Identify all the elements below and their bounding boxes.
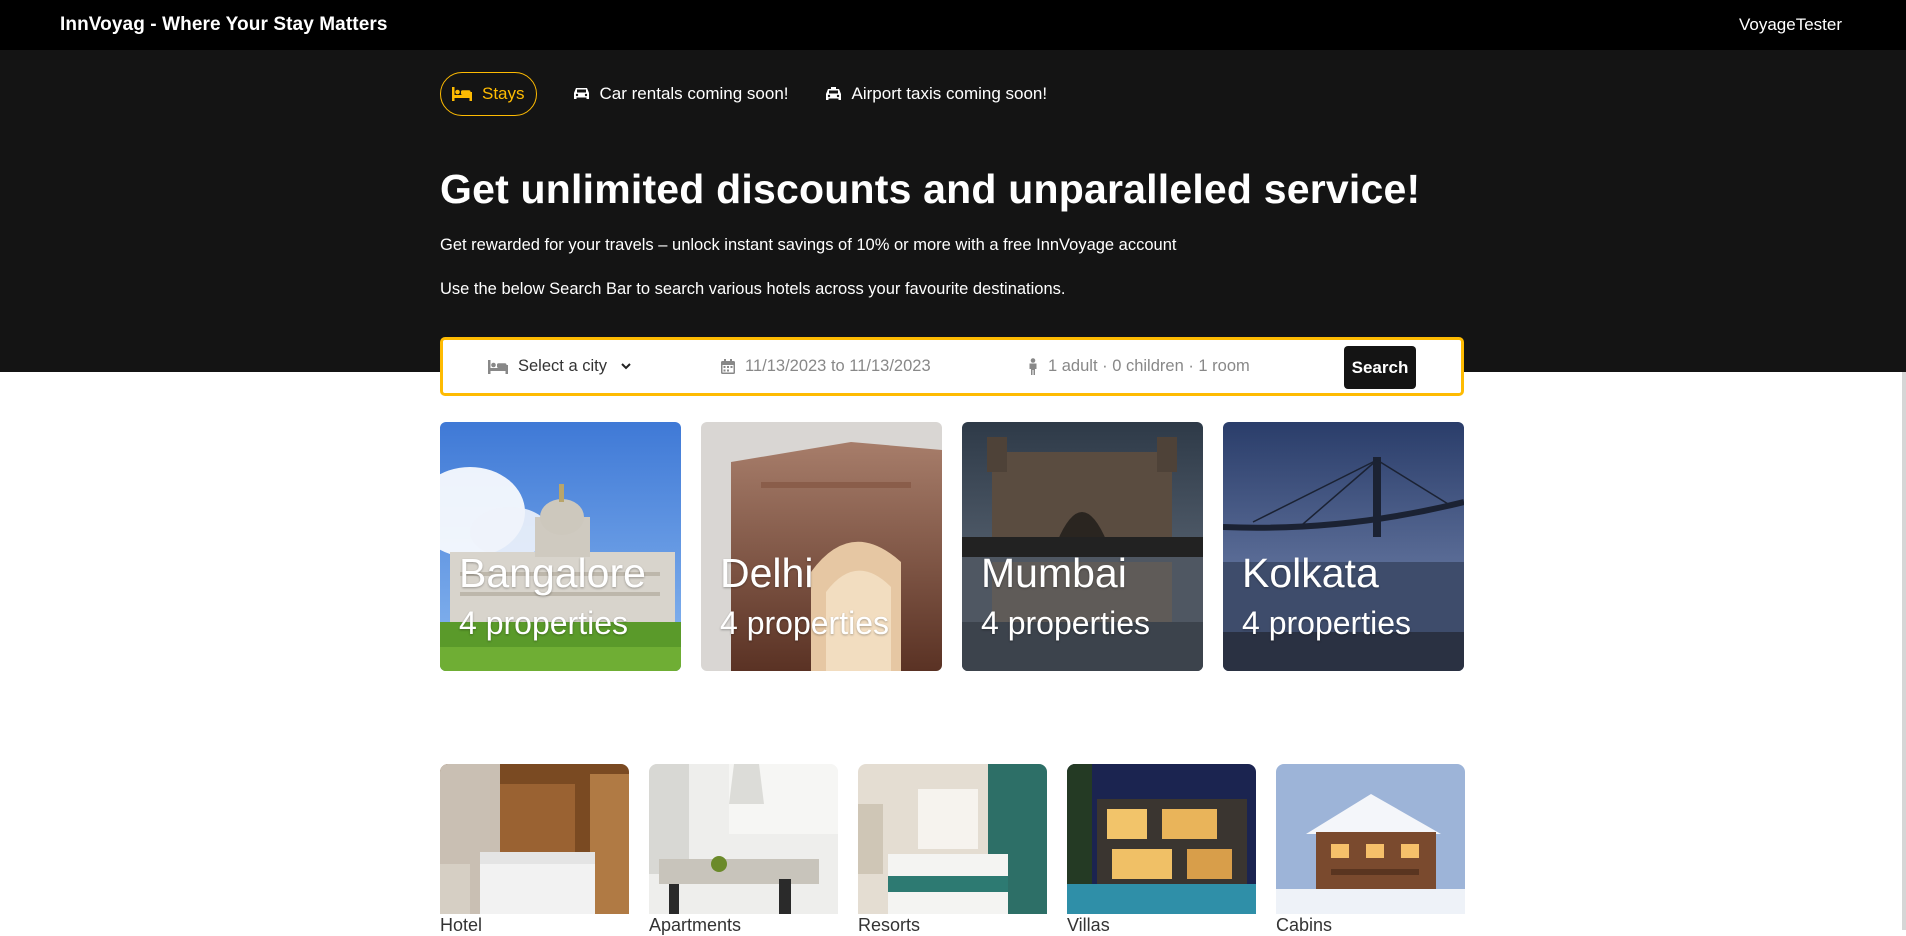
guests-text: 1 adult · 0 children · 1 room — [1048, 357, 1250, 375]
property-type-villas[interactable]: Villas — [1067, 764, 1256, 936]
city-select-label: Select a city — [518, 357, 607, 375]
city-select[interactable]: Select a city — [488, 357, 631, 376]
property-type-resorts[interactable]: Resorts — [858, 764, 1047, 936]
property-type-label: Resorts — [858, 915, 921, 935]
villas-image — [1067, 764, 1256, 914]
hero-subtitle-rewards: Get rewarded for your travels – unlock i… — [440, 236, 1177, 254]
city-card-delhi[interactable]: Delhi 4 properties — [701, 422, 942, 671]
city-property-count: 4 properties — [1242, 605, 1411, 641]
bed-icon — [452, 87, 472, 101]
chevron-down-icon — [621, 363, 631, 370]
hotel-image — [440, 764, 629, 914]
property-type-cabins[interactable]: Cabins — [1276, 764, 1465, 936]
property-type-label: Cabins — [1276, 915, 1333, 935]
property-type-label: Villas — [1067, 915, 1110, 935]
date-range-text: 11/13/2023 to 11/13/2023 — [745, 357, 931, 375]
city-name: Delhi — [720, 550, 814, 596]
city-card-mumbai[interactable]: Mumbai 4 properties — [962, 422, 1203, 671]
resorts-image — [858, 764, 1047, 914]
taxi-icon — [825, 87, 841, 100]
property-type-hotel[interactable]: Hotel — [440, 764, 629, 936]
city-name: Kolkata — [1242, 550, 1379, 596]
car-icon — [573, 88, 589, 99]
hero-subtitle-search-hint: Use the below Search Bar to search vario… — [440, 280, 1066, 298]
city-name: Bangalore — [459, 550, 646, 596]
property-type-label: Apartments — [649, 915, 742, 935]
person-icon — [1029, 358, 1037, 375]
property-type-label: Hotel — [440, 915, 483, 935]
property-types: Hotel Apartments Resorts Villas Cabins — [440, 764, 1465, 936]
search-bar: Select a city 11/13/2023 to 11/13/2023 1… — [440, 337, 1464, 396]
hero-title: Get unlimited discounts and unparalleled… — [440, 166, 1421, 212]
brand-logo[interactable]: InnVoyag - Where Your Stay Matters — [60, 14, 388, 36]
tab-car-rentals[interactable]: Car rentals coming soon! — [573, 72, 789, 116]
cabins-image — [1276, 764, 1465, 914]
tab-label: Car rentals coming soon! — [599, 84, 789, 103]
category-tabs: Stays Car rentals coming soon! Airport t… — [440, 72, 1047, 116]
property-type-apartments[interactable]: Apartments — [649, 764, 838, 936]
bed-icon — [488, 359, 508, 374]
tab-label: Stays — [482, 84, 525, 103]
city-name: Mumbai — [981, 550, 1127, 596]
apartments-image — [649, 764, 838, 914]
city-card-kolkata[interactable]: Kolkata 4 properties — [1223, 422, 1464, 671]
featured-cities: Bangalore 4 properties Delhi 4 propertie… — [440, 422, 1464, 671]
guests-selector[interactable]: 1 adult · 0 children · 1 room — [1028, 357, 1250, 376]
tab-stays[interactable]: Stays — [440, 72, 537, 116]
city-property-count: 4 properties — [720, 605, 889, 641]
top-navbar: InnVoyag - Where Your Stay Matters Voyag… — [0, 0, 1906, 50]
user-name[interactable]: VoyageTester — [1739, 15, 1846, 35]
date-range-picker[interactable]: 11/13/2023 to 11/13/2023 — [721, 357, 931, 376]
tab-airport-taxis[interactable]: Airport taxis coming soon! — [825, 72, 1048, 116]
tab-label: Airport taxis coming soon! — [851, 84, 1048, 103]
page-scrollbar[interactable] — [1902, 372, 1906, 930]
search-button[interactable]: Search — [1344, 346, 1416, 389]
calendar-icon — [721, 359, 735, 374]
city-card-bangalore[interactable]: Bangalore 4 properties — [440, 422, 681, 671]
city-property-count: 4 properties — [981, 605, 1150, 641]
city-property-count: 4 properties — [459, 605, 628, 641]
